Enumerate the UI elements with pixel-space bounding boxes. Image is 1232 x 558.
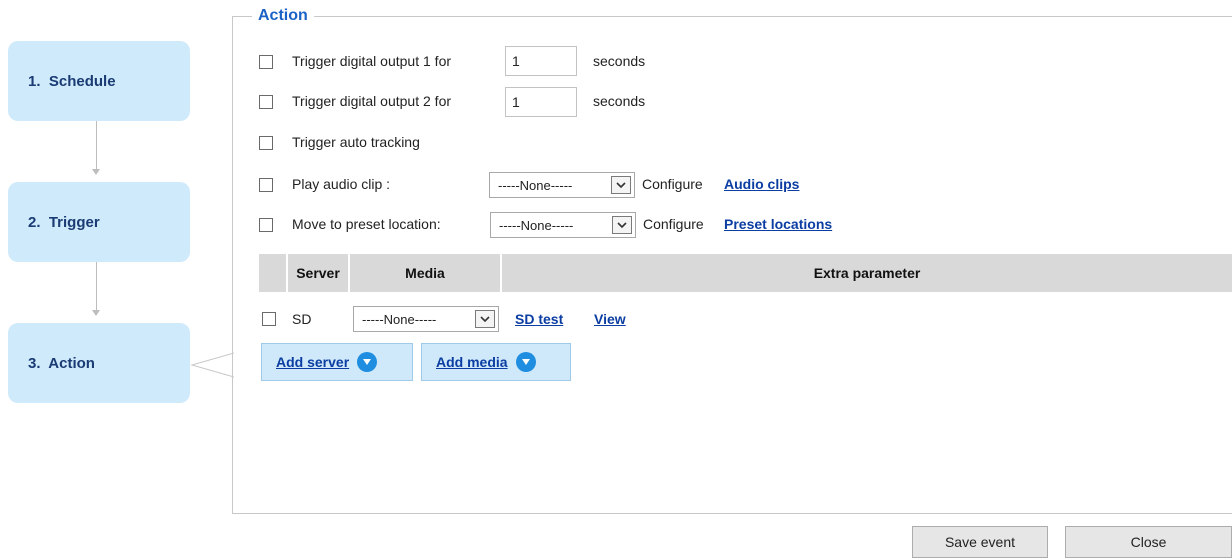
do1-duration-input[interactable]: 1: [505, 46, 577, 76]
step-action[interactable]: 3. Action: [8, 323, 190, 403]
preset-row: [259, 210, 273, 240]
step-connector: [96, 121, 97, 171]
step-connector: [96, 262, 97, 312]
media-table-header: Server Media Extra parameter: [259, 254, 1232, 292]
media-select[interactable]: -----None-----: [353, 306, 499, 332]
auto-tracking-checkbox[interactable]: [259, 136, 273, 150]
do2-label: Trigger digital output 2 for: [292, 93, 452, 109]
preset-locations-link[interactable]: Preset locations: [724, 216, 832, 232]
step-trigger[interactable]: 2. Trigger: [8, 182, 190, 262]
auto-tracking-row: [259, 128, 273, 158]
audio-checkbox[interactable]: [259, 178, 273, 192]
active-step-pointer-icon: [190, 352, 234, 378]
chevron-down-circle-icon: [357, 352, 378, 372]
media-selected: -----None-----: [362, 311, 437, 327]
arrow-down-icon: [92, 310, 100, 316]
step-trigger-label: 2. Trigger: [28, 213, 100, 231]
chevron-down-icon: [611, 176, 631, 194]
audio-clips-link[interactable]: Audio clips: [724, 176, 799, 192]
do2-duration-input[interactable]: 1: [505, 87, 577, 117]
do1-checkbox[interactable]: [259, 55, 273, 69]
close-button[interactable]: Close: [1065, 526, 1232, 558]
header-checkbox-col: [259, 254, 286, 292]
save-event-button[interactable]: Save event: [912, 526, 1048, 558]
preset-checkbox[interactable]: [259, 218, 273, 232]
chevron-down-icon: [475, 310, 495, 328]
header-media: Media: [350, 254, 500, 292]
view-link[interactable]: View: [594, 311, 626, 327]
server-row-checkbox[interactable]: [262, 312, 276, 326]
add-media-label: Add media: [436, 354, 508, 370]
step-schedule-label: 1. Schedule: [28, 72, 116, 90]
audio-row: [259, 170, 273, 200]
server-row: [262, 304, 276, 334]
arrow-down-icon: [92, 169, 100, 175]
add-server-button[interactable]: Add server: [261, 343, 413, 381]
do2-row: [259, 87, 273, 117]
preset-location-select[interactable]: -----None-----: [490, 212, 636, 238]
audio-configure-text: Configure: [642, 176, 703, 192]
preset-location-selected: -----None-----: [499, 217, 574, 233]
server-name: SD: [292, 311, 312, 327]
step-schedule[interactable]: 1. Schedule: [8, 41, 190, 121]
do2-unit: seconds: [593, 93, 646, 109]
preset-label: Move to preset location:: [292, 216, 441, 232]
do1-label: Trigger digital output 1 for: [292, 53, 452, 69]
auto-tracking-label: Trigger auto tracking: [292, 134, 420, 150]
sd-test-link[interactable]: SD test: [515, 311, 563, 327]
preset-configure-text: Configure: [643, 216, 704, 232]
header-extra-parameter: Extra parameter: [502, 254, 1232, 292]
section-legend: Action: [252, 6, 314, 26]
audio-clip-selected: -----None-----: [498, 177, 573, 193]
chevron-down-circle-icon: [515, 352, 536, 372]
chevron-down-icon: [612, 216, 632, 234]
step-action-label: 3. Action: [28, 354, 95, 372]
header-server: Server: [288, 254, 348, 292]
do2-checkbox[interactable]: [259, 95, 273, 109]
add-server-label: Add server: [276, 354, 350, 370]
do1-row: [259, 47, 273, 77]
do1-unit: seconds: [593, 53, 646, 69]
add-media-button[interactable]: Add media: [421, 343, 571, 381]
audio-clip-select[interactable]: -----None-----: [489, 172, 635, 198]
audio-label: Play audio clip :: [292, 176, 391, 192]
